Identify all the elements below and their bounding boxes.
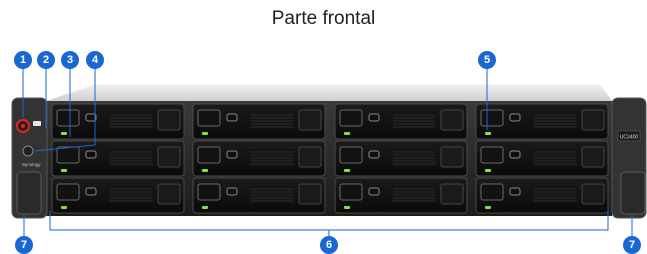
drive-bay[interactable] bbox=[51, 177, 185, 214]
chassis-top bbox=[46, 84, 612, 101]
drive-bay[interactable] bbox=[334, 103, 468, 140]
drive-bay[interactable] bbox=[334, 177, 468, 214]
drive-status-led bbox=[344, 132, 350, 135]
drive-bay[interactable] bbox=[192, 103, 326, 140]
drive-bay[interactable] bbox=[192, 140, 326, 177]
brand-label: Synology bbox=[22, 162, 41, 167]
drive-status-led bbox=[202, 206, 208, 209]
drive-status-led bbox=[344, 169, 350, 172]
callout-4: 4 bbox=[86, 51, 104, 69]
callout-2: 2 bbox=[37, 51, 55, 69]
drive-status-led bbox=[485, 206, 491, 209]
drive-status-led bbox=[202, 132, 208, 135]
drive-status-led bbox=[61, 132, 67, 135]
drive-bay[interactable] bbox=[192, 177, 326, 214]
drive-bay[interactable] bbox=[475, 177, 609, 214]
drive-bay[interactable] bbox=[51, 103, 185, 140]
callout-3: 3 bbox=[61, 51, 79, 69]
status-led bbox=[33, 121, 41, 126]
drive-bay[interactable] bbox=[475, 140, 609, 177]
drive-status-led bbox=[344, 206, 350, 209]
drive-status-led bbox=[61, 169, 67, 172]
nas-diagram: Synology UC3400 bbox=[11, 67, 647, 238]
drive-bay[interactable] bbox=[51, 140, 185, 177]
callout-6: 6 bbox=[320, 236, 338, 254]
callout-7-left: 7 bbox=[15, 236, 33, 254]
drive-status-led bbox=[485, 132, 491, 135]
drive-status-led bbox=[202, 169, 208, 172]
model-label: UC3400 bbox=[620, 135, 639, 141]
reset-button bbox=[22, 145, 34, 157]
callout-7-right: 7 bbox=[623, 236, 641, 254]
right-handle bbox=[620, 171, 646, 215]
callout-1: 1 bbox=[14, 51, 32, 69]
callout-5: 5 bbox=[478, 51, 496, 69]
drive-bay[interactable] bbox=[334, 140, 468, 177]
drive-status-led bbox=[485, 169, 491, 172]
drive-status-led bbox=[61, 206, 67, 209]
power-led bbox=[21, 124, 25, 128]
left-handle bbox=[16, 171, 42, 215]
drive-bay[interactable] bbox=[475, 103, 609, 140]
